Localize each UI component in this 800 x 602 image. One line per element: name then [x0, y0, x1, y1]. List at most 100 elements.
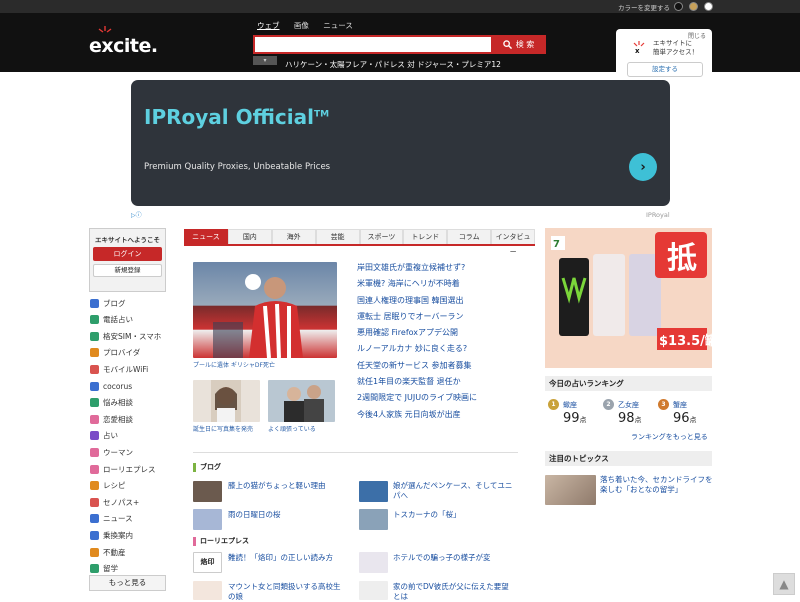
category-tab[interactable]: インタビュー: [491, 229, 535, 256]
headline-link[interactable]: ルノーアルカナ 妙に良く走る?: [357, 343, 477, 359]
blog-item-3[interactable]: 雨の日曜日の桜: [228, 510, 281, 520]
headline-link[interactable]: 岸田文雄氏が重複立候補せず?: [357, 262, 477, 278]
headline-link[interactable]: 運転士 居眠りでオーバーラン: [357, 311, 477, 327]
category-tab[interactable]: 芸能: [315, 229, 360, 244]
sidebar-item[interactable]: 電話占い: [90, 313, 133, 327]
ranking-more-link[interactable]: ランキングをもっと見る: [631, 432, 708, 442]
ad-banner[interactable]: IPRoyal OfficialTM Premium Quality Proxi…: [131, 80, 670, 206]
svg-text:x: x: [635, 47, 640, 53]
back-to-top-button[interactable]: ▲: [773, 573, 795, 595]
laurier-thumb-stamp[interactable]: 烙印: [193, 552, 222, 573]
login-button[interactable]: ログイン: [93, 247, 162, 261]
sidebar-item[interactable]: 格安SIM・スマホ: [90, 329, 161, 343]
sidebar-item-label: ウーマン: [103, 447, 133, 457]
main-news-caption[interactable]: プールに遺体 ギリシャDF死亡: [193, 360, 275, 369]
sub-news-caption-2[interactable]: よく頑張っている: [268, 424, 316, 433]
chevron-right-icon[interactable]: ›: [629, 153, 657, 181]
search-input[interactable]: [253, 35, 493, 54]
blog-thumb-tuscany[interactable]: [359, 509, 388, 530]
sidebar-item[interactable]: cocorus: [90, 379, 132, 393]
rank-score-unit: 点: [689, 416, 697, 424]
headline-link[interactable]: 米軍機? 海岸にヘリが不時着: [357, 278, 477, 294]
tab-news[interactable]: ニュース: [323, 21, 353, 30]
sidebar-item[interactable]: 悩み相談: [90, 396, 133, 410]
fortune-ranking-title: 今日の占いランキング: [545, 376, 712, 391]
sidebar-item-label: 恋愛相談: [103, 414, 133, 424]
category-tab[interactable]: トレンド: [403, 229, 448, 244]
rank-sign[interactable]: 乙女座: [618, 400, 639, 410]
promo-line2: 簡単アクセス！: [653, 48, 699, 56]
ad-price: $13.5/罐: [659, 333, 712, 349]
laurier-thumb-comic[interactable]: [359, 581, 388, 600]
main-news-photo[interactable]: [193, 262, 337, 358]
category-tab[interactable]: 海外: [271, 229, 316, 244]
sidebar-item[interactable]: ブログ: [90, 296, 126, 310]
ad-title: IPRoyal OfficialTM: [144, 105, 329, 129]
right-ad-monster[interactable]: 7 抵 $13.5/罐: [545, 228, 712, 368]
service-icon: [90, 564, 99, 574]
sidebar-item[interactable]: モバイルWiFi: [90, 362, 148, 376]
headline-link[interactable]: 今後4人家族 元日向坂が出産: [357, 409, 477, 425]
tab-web[interactable]: ウェブ: [257, 21, 280, 30]
headline-link[interactable]: 就任1年目の楽天監督 退任か: [357, 376, 477, 392]
sidebar-item[interactable]: ローリエプレス: [90, 462, 156, 476]
chevron-down-icon[interactable]: ▾: [253, 56, 277, 65]
tab-images[interactable]: 画像: [294, 21, 309, 30]
trending-keywords[interactable]: ハリケーン・太陽フレア・パドレス 対 ドジャース・プレミア12: [285, 59, 501, 70]
category-tab[interactable]: スポーツ: [359, 229, 404, 244]
category-tab[interactable]: ニュース: [184, 229, 228, 244]
promo-setup-button[interactable]: 設定する: [627, 62, 703, 77]
laurier-item-4[interactable]: 家の前でDV彼氏が父に伝えた要望とは: [393, 582, 511, 602]
laurier-item-3[interactable]: マウント女と同類扱いする高校生の娘: [228, 582, 346, 602]
rank-medal-icon: 2: [603, 399, 614, 410]
energy-drink-ad-image: 7 抵 $13.5/罐: [551, 232, 712, 350]
topic-thumb[interactable]: [545, 475, 596, 505]
sidebar-item[interactable]: ウーマン: [90, 445, 133, 459]
sidebar-item[interactable]: 留学: [90, 562, 118, 576]
topic-link[interactable]: 落ち着いた今、セカンドライフを楽しむ「おとなの留学」: [600, 475, 715, 495]
blog-item-2[interactable]: 娘が選んだペンケース、そしてユニパへ: [393, 481, 518, 501]
sidebar-item[interactable]: セノパス+: [90, 495, 139, 509]
rank-score-value: 96: [673, 411, 690, 426]
ad-info-icon[interactable]: ▷ⓘ: [131, 210, 142, 219]
sidebar-item[interactable]: 不動産: [90, 545, 126, 559]
rank-sign[interactable]: 蠍座: [563, 400, 577, 410]
excite-logo[interactable]: excite.: [89, 26, 158, 57]
blog-item-4[interactable]: トスカーナの「桜」: [393, 510, 461, 520]
ad-trademark: TM: [313, 109, 330, 120]
sub-news-caption-1[interactable]: 誕生日に写真集を発売: [193, 424, 253, 433]
sidebar-item[interactable]: 恋愛相談: [90, 412, 133, 426]
service-icon: [90, 530, 99, 540]
blog-thumb-sakura[interactable]: [193, 509, 222, 530]
sidebar-item[interactable]: 乗換案内: [90, 528, 133, 542]
service-icon: [90, 364, 99, 374]
blog-thumb-cat[interactable]: [193, 481, 222, 502]
sidebar-item[interactable]: ニュース: [90, 512, 133, 526]
laurier-thumb-girl[interactable]: [193, 581, 222, 600]
laurier-item-2[interactable]: ホテルでの騙っ子の様子が変: [393, 553, 491, 563]
service-icon: [90, 381, 99, 391]
sidebar-item[interactable]: レシピ: [90, 479, 126, 493]
laurier-item-1[interactable]: 難読！「烙印」の正しい読み方: [228, 553, 333, 563]
laurier-thumb-child[interactable]: [359, 552, 388, 573]
more-services-button[interactable]: もっと見る: [89, 575, 166, 591]
sub-news-photo-2[interactable]: [268, 380, 335, 422]
register-button[interactable]: 新規登録: [93, 264, 162, 277]
color-swatch-gold[interactable]: [689, 2, 698, 11]
service-icon: [90, 464, 99, 474]
category-tab[interactable]: コラム: [447, 229, 492, 244]
blog-item-1[interactable]: 膝上の猫がちょっと軽い理由: [228, 481, 326, 491]
sidebar-item[interactable]: プロバイダ: [90, 346, 140, 360]
search-button[interactable]: 検 索: [491, 35, 546, 54]
sidebar-item[interactable]: 占い: [90, 429, 118, 443]
color-swatch-black[interactable]: [674, 2, 683, 11]
color-swatch-white[interactable]: [704, 2, 713, 11]
headline-link[interactable]: 国連人権理の理事国 韓国選出: [357, 295, 477, 311]
category-tab[interactable]: 国内: [227, 229, 272, 244]
sub-news-photo-1[interactable]: [193, 380, 260, 422]
headline-link[interactable]: 任天堂の新サービス 参加者募集: [357, 360, 477, 376]
headline-link[interactable]: 2週間限定で JUJUのライブ映画に: [357, 392, 477, 408]
rank-sign[interactable]: 蟹座: [673, 400, 687, 410]
blog-thumb-pencase[interactable]: [359, 481, 388, 502]
headline-link[interactable]: 悪用確認 Firefoxアプデ公開: [357, 327, 477, 343]
